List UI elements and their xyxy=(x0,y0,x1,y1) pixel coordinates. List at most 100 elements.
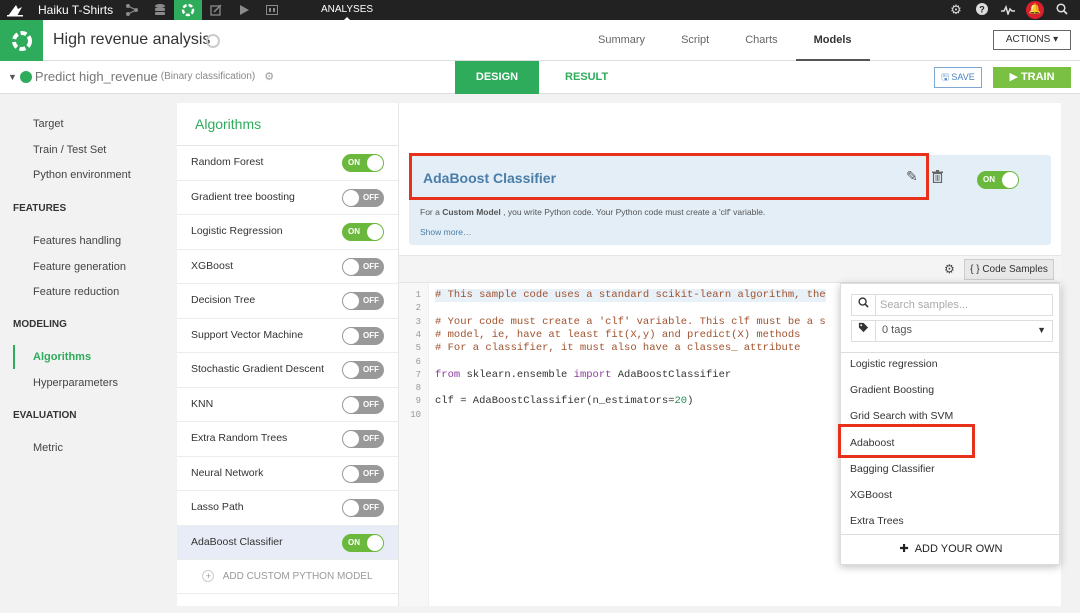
code-text: from sklearn.ensemble import AdaBoostCla… xyxy=(435,369,731,382)
line-number: 10 xyxy=(410,409,421,420)
sidebar-section-features: FEATURES xyxy=(13,203,67,214)
algorithm-toggle[interactable]: OFF xyxy=(342,395,384,414)
algorithm-name: XGBoost xyxy=(191,259,234,272)
divider xyxy=(841,352,1061,353)
sidebar-item-target[interactable]: Target xyxy=(33,118,64,130)
search-icon xyxy=(852,295,876,315)
search-samples-input[interactable] xyxy=(880,297,1050,313)
train-button[interactable]: ▶ TRAIN xyxy=(993,67,1071,88)
algorithm-row[interactable]: Support Vector Machine OFF xyxy=(177,319,398,353)
sidebar-item-feature-generation[interactable]: Feature generation xyxy=(33,261,126,273)
code-sample-option[interactable]: Gradient Boosting xyxy=(850,384,934,396)
algorithm-row[interactable]: Random Forest ON xyxy=(177,146,398,181)
plus-icon: ✚ xyxy=(899,543,909,555)
toggle-knob xyxy=(343,500,359,516)
add-your-own-button[interactable]: ✚ ADD YOUR OWN xyxy=(841,542,1061,555)
algorithm-toggle[interactable]: OFF xyxy=(342,326,384,345)
toggle-knob xyxy=(367,534,383,551)
jobs-play-icon[interactable] xyxy=(230,0,258,20)
tab-design[interactable]: DESIGN xyxy=(455,61,539,94)
tab-result[interactable]: RESULT xyxy=(565,61,608,94)
dataiku-bird-logo[interactable] xyxy=(0,0,30,20)
algorithm-row[interactable]: Stochastic Gradient Descent OFF xyxy=(177,353,398,388)
code-samples-button[interactable]: { } Code Samples xyxy=(964,259,1054,280)
caret-down-icon[interactable]: ▼ xyxy=(8,72,17,82)
notification-bell-icon[interactable]: 🔔 xyxy=(1026,1,1044,19)
toggle-label: OFF xyxy=(363,365,379,374)
code-sample-option[interactable]: Logistic regression xyxy=(850,358,938,370)
toggle-knob xyxy=(367,224,383,240)
algorithm-row[interactable]: Decision Tree OFF xyxy=(177,284,398,319)
code-samples-dropdown: 0 tags ▼ Logistic regression Gradient Boo… xyxy=(838,283,1061,565)
prediction-title[interactable]: ▼ Predict high_revenue (Binary classific… xyxy=(8,69,274,84)
dashboards-icon[interactable] xyxy=(258,0,286,20)
algorithm-name: Support Vector Machine xyxy=(191,328,304,341)
algorithm-toggle[interactable]: ON xyxy=(342,533,384,552)
algorithm-row[interactable]: Gradient tree boosting OFF xyxy=(177,181,398,215)
algorithm-name: Decision Tree xyxy=(191,294,256,306)
tab-charts[interactable]: Charts xyxy=(727,20,795,61)
algorithm-toggle[interactable]: OFF xyxy=(342,430,384,448)
notebooks-icon[interactable] xyxy=(202,0,230,20)
show-more-link[interactable]: Show more… xyxy=(420,227,472,237)
gear-icon[interactable]: ⚙ xyxy=(948,2,964,18)
delete-trash-icon[interactable] xyxy=(932,170,943,186)
save-button[interactable]: 🖫 SAVE xyxy=(934,67,982,88)
actions-button[interactable]: ACTIONS ▾ xyxy=(993,30,1071,50)
algorithm-row[interactable]: Extra Random Trees OFF xyxy=(177,422,398,457)
add-your-own-label: ADD YOUR OWN xyxy=(914,543,1003,555)
algorithm-toggle[interactable]: OFF xyxy=(342,361,384,379)
model-enabled-toggle[interactable]: ON xyxy=(977,171,1019,189)
algorithm-row[interactable]: Lasso Path OFF xyxy=(177,491,398,526)
algorithms-list: Random Forest ON Gradient tree boosting OFF… xyxy=(177,146,398,560)
tab-script[interactable]: Script xyxy=(663,20,727,61)
algorithm-toggle[interactable]: ON xyxy=(342,223,384,241)
algorithm-row[interactable]: XGBoost OFF xyxy=(177,250,398,284)
help-icon[interactable]: ? xyxy=(974,2,990,18)
algorithm-toggle[interactable]: OFF xyxy=(342,188,384,207)
line-number: 1 xyxy=(415,290,421,300)
tab-models[interactable]: Models xyxy=(795,20,870,61)
sidebar-item-algorithms[interactable]: Algorithms xyxy=(33,351,91,363)
line-number: 6 xyxy=(415,356,421,367)
project-name[interactable]: Haiku T-Shirts xyxy=(38,3,118,17)
tab-summary[interactable]: Summary xyxy=(580,20,663,61)
code-sample-option[interactable]: Grid Search with SVM xyxy=(850,410,953,422)
algorithm-toggle[interactable]: OFF xyxy=(342,464,384,483)
settings-gear-icon[interactable]: ⚙ xyxy=(264,70,274,83)
toggle-label: ON xyxy=(348,537,360,547)
sidebar-item-feature-reduction[interactable]: Feature reduction xyxy=(33,286,119,298)
search-icon[interactable] xyxy=(1054,2,1070,18)
algorithm-row[interactable]: Neural Network OFF xyxy=(177,457,398,491)
algorithm-row[interactable]: Logistic Regression ON xyxy=(177,215,398,250)
sidebar-item-features-handling[interactable]: Features handling xyxy=(33,235,121,247)
plus-icon: + xyxy=(202,570,215,582)
sidebar-item-train-test-set[interactable]: Train / Test Set xyxy=(33,144,106,156)
sidebar-item-hyperparameters[interactable]: Hyperparameters xyxy=(33,377,118,389)
sidebar-item-python-environment[interactable]: Python environment xyxy=(33,169,131,181)
line-number: 9 xyxy=(415,396,421,407)
datasets-icon[interactable] xyxy=(146,0,174,20)
line-number: 3 xyxy=(415,316,421,327)
analyses-icon[interactable] xyxy=(174,0,202,20)
algorithm-toggle[interactable]: ON xyxy=(342,154,384,172)
tags-filter-select[interactable]: 0 tags ▼ xyxy=(851,320,1053,342)
current-section-label[interactable]: ANALYSES xyxy=(321,0,373,20)
code-sample-option[interactable]: Bagging Classifier xyxy=(850,463,935,475)
sidebar-section-modeling: MODELING xyxy=(13,319,67,330)
algorithm-toggle[interactable]: OFF xyxy=(342,257,384,276)
floppy-disk-icon: 🖫 xyxy=(941,72,949,82)
sidebar-item-metric[interactable]: Metric xyxy=(33,442,63,454)
activity-icon[interactable] xyxy=(1000,3,1016,18)
editor-settings-gear-icon[interactable]: ⚙ xyxy=(944,262,955,276)
flow-icon[interactable] xyxy=(118,0,146,20)
code-sample-option[interactable]: Extra Trees xyxy=(850,515,904,527)
edit-title-icon[interactable] xyxy=(206,34,220,48)
algorithm-toggle[interactable]: OFF xyxy=(342,499,384,517)
algorithm-toggle[interactable]: OFF xyxy=(342,292,384,310)
algorithm-row[interactable]: KNN OFF xyxy=(177,388,398,422)
add-custom-python-model-button[interactable]: + ADD CUSTOM PYTHON MODEL xyxy=(177,560,398,594)
code-sample-option[interactable]: XGBoost xyxy=(850,489,892,501)
edit-pencil-icon[interactable]: ✎ xyxy=(906,168,918,185)
algorithm-row[interactable]: AdaBoost Classifier ON xyxy=(177,525,398,560)
